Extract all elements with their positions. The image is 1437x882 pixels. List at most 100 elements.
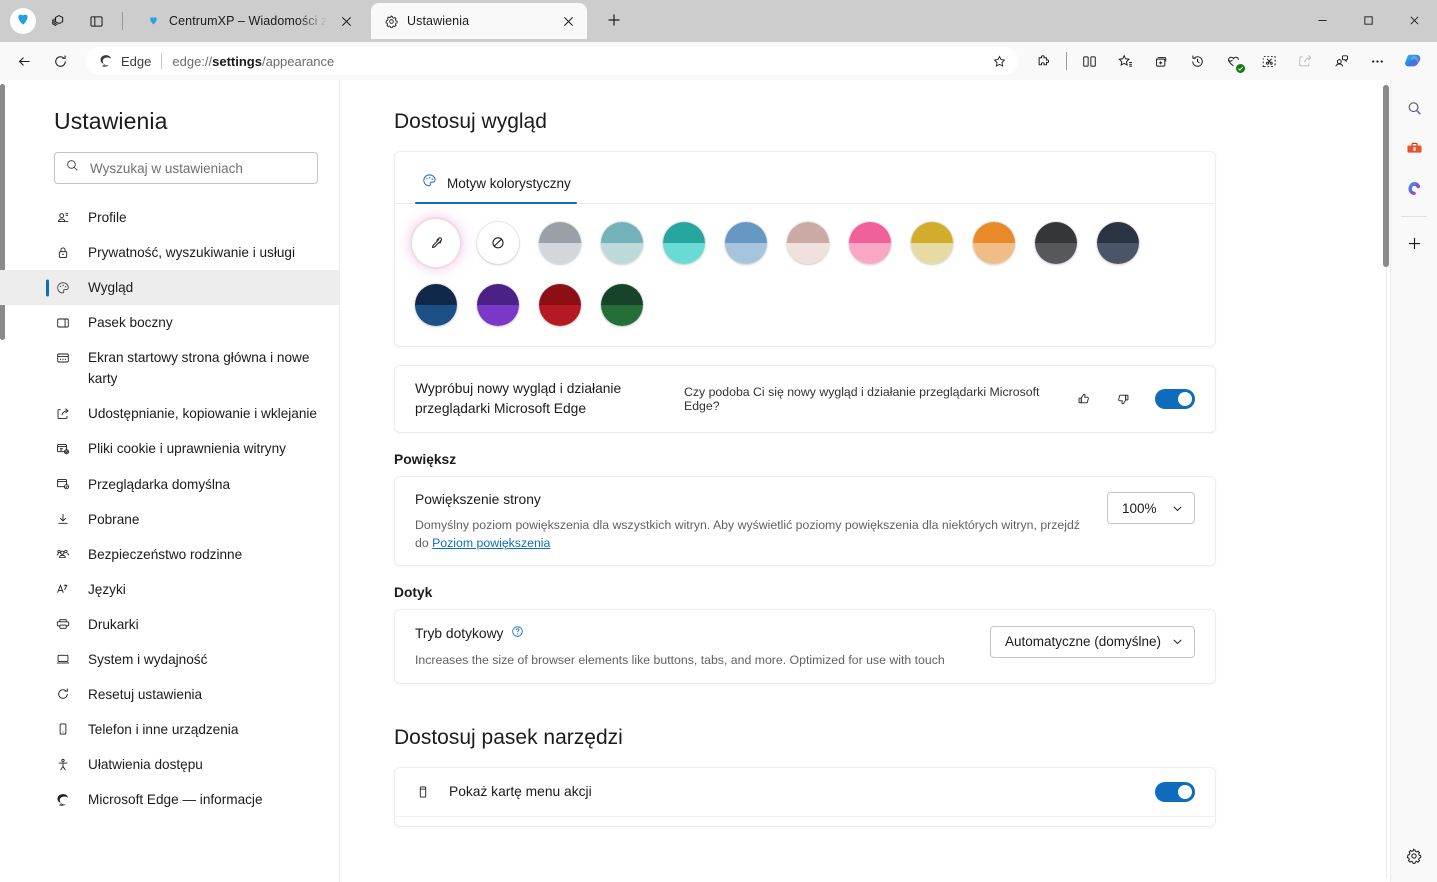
touch-mode-select[interactable]: Automatyczne (domyślne) (989, 625, 1195, 658)
swatch-custom-color-picker[interactable] (415, 222, 457, 264)
sidebar-settings-gear-icon[interactable] (1398, 840, 1430, 872)
swatch-teal[interactable] (663, 222, 705, 264)
new-look-toggle[interactable] (1155, 389, 1196, 409)
swatch-dark-gray[interactable] (1035, 222, 1077, 264)
swatch-purple[interactable] (477, 284, 519, 326)
swatch-red[interactable] (539, 284, 581, 326)
collections-icon[interactable] (1145, 45, 1177, 77)
sidebar-item-start-home-newtab[interactable]: Ekran startowy strona główna i nowe kart… (0, 340, 340, 396)
sidebar-item-languages[interactable]: Języki (0, 572, 340, 607)
profile-people-icon[interactable] (1325, 45, 1357, 77)
favorites-star-icon[interactable] (1109, 45, 1141, 77)
tab-strip: CentrumXP – Wiadomości ze świa Ustawieni… (0, 0, 1437, 42)
sidebar-item-accessibility[interactable]: Ułatwienia dostępu (0, 747, 340, 782)
sidebar-item-default-browser[interactable]: Przeglądarka domyślna (0, 467, 340, 502)
swatch-no-theme[interactable] (477, 222, 519, 264)
new-look-title: Wypróbuj nowy wygląd i działanie przeglą… (415, 381, 622, 416)
browser-tab-centrumxp[interactable]: CentrumXP – Wiadomości ze świa (133, 3, 365, 39)
swatch-rose[interactable] (787, 222, 829, 264)
zoom-level-select[interactable]: 100% (1107, 492, 1195, 524)
navigation-toolbar: Edge edge://settings/appearance (0, 42, 1437, 80)
sidebar-item-privacy[interactable]: Prywatność, wyszukiwanie i usługi (0, 235, 340, 270)
profile-avatar-icon[interactable] (10, 8, 36, 34)
refresh-icon[interactable] (44, 45, 76, 77)
sidebar-item-about-edge[interactable]: Microsoft Edge — informacje (0, 782, 340, 817)
swatch-orange[interactable] (973, 222, 1015, 264)
sidebar-item-reset-settings[interactable]: Resetuj ustawienia (0, 677, 340, 712)
no-color-icon (492, 237, 504, 249)
tab-title: CentrumXP – Wiadomości ze świa (169, 14, 327, 28)
system-performance-icon (54, 651, 71, 668)
microsoft-365-icon[interactable] (1398, 172, 1430, 204)
history-icon[interactable] (1181, 45, 1213, 77)
swatch-gray[interactable] (539, 222, 581, 264)
close-button[interactable] (1391, 0, 1437, 40)
search-input[interactable] (90, 160, 307, 176)
address-bar-url[interactable]: edge://settings/appearance (172, 54, 986, 69)
swatch-gold[interactable] (911, 222, 953, 264)
swatch-pale-teal[interactable] (601, 222, 643, 264)
action-menu-card-icon (415, 784, 433, 800)
sidebar-item-cookies[interactable]: Pliki cookie i uprawnienia witryny (0, 431, 340, 466)
new-tab-button[interactable] (599, 5, 629, 35)
swatch-green[interactable] (601, 284, 643, 326)
sidebar-item-appearance[interactable]: Wygląd (0, 270, 340, 306)
thumbs-down-icon[interactable] (1110, 385, 1137, 413)
action-menu-card-toggle[interactable] (1155, 782, 1195, 803)
sidebar-item-profile[interactable]: Profile (0, 200, 340, 235)
copilot-icon[interactable] (1399, 46, 1429, 76)
web-capture-scissors-icon[interactable] (1253, 45, 1285, 77)
tab-title: Ustawienia (407, 14, 470, 28)
tab-close-button[interactable] (335, 10, 357, 32)
swatch-slate[interactable] (1097, 222, 1139, 264)
settings-gear-favicon (383, 13, 399, 29)
share-copy-paste-icon (54, 405, 71, 422)
toolbar-card: Pokaż kartę menu akcji (394, 767, 1216, 828)
scrollbar-thumb[interactable] (1383, 85, 1389, 267)
thumbs-up-icon[interactable] (1070, 385, 1097, 413)
workspaces-icon[interactable] (42, 5, 74, 37)
split-screen-icon[interactable] (1073, 45, 1105, 77)
sidebar-item-share-copy-paste[interactable]: Udostępnianie, kopiowanie i wklejanie (0, 396, 340, 431)
sidebar-item-printers[interactable]: Drukarki (0, 607, 340, 642)
sidebar-item-label: Microsoft Edge — informacje (88, 792, 263, 808)
zoom-description: Domyślny poziom powiększenia dla wszystk… (415, 518, 1080, 550)
touch-card: Tryb dotykowy Increases the size of brow… (394, 608, 1216, 685)
star-outline-icon[interactable] (986, 48, 1012, 74)
palette-icon (54, 279, 71, 296)
sidebar-item-phone-devices[interactable]: Telefon i inne urządzenia (0, 712, 340, 747)
accessibility-icon (54, 756, 71, 773)
profile-icon (54, 209, 71, 226)
share-icon[interactable] (1289, 45, 1321, 77)
minimize-button[interactable] (1299, 0, 1345, 40)
theme-swatch-grid (395, 204, 1215, 346)
start-page-icon (54, 349, 71, 366)
sidebar-item-label: Resetuj ustawienia (88, 686, 203, 702)
maximize-button[interactable] (1345, 0, 1391, 40)
shopping-heart-check-icon[interactable] (1217, 45, 1249, 77)
swatch-blue[interactable] (725, 222, 767, 264)
swatch-pink[interactable] (849, 222, 891, 264)
tab-color-theme[interactable]: Motyw kolorystyczny (415, 164, 577, 204)
add-sidebar-app-icon[interactable] (1398, 227, 1430, 259)
sidebar-item-family-safety[interactable]: Bezpieczeństwo rodzinne (0, 537, 340, 572)
address-bar[interactable]: Edge edge://settings/appearance (86, 47, 1018, 75)
page-scrollbar[interactable] (1381, 83, 1390, 878)
search-box[interactable] (54, 152, 318, 184)
settings-and-more-ellipsis-icon[interactable] (1361, 45, 1393, 77)
sidebar-item-label: Pasek boczny (88, 315, 173, 331)
sidebar-item-sidebar[interactable]: Pasek boczny (0, 305, 340, 340)
help-circle-icon[interactable] (510, 624, 525, 645)
vertical-tabs-icon[interactable] (80, 5, 112, 37)
search-icon[interactable] (1398, 92, 1430, 124)
sidebar-icon (54, 314, 71, 331)
tab-close-button[interactable] (557, 10, 579, 32)
back-arrow-icon[interactable] (8, 45, 40, 77)
sidebar-item-system-performance[interactable]: System i wydajność (0, 642, 340, 677)
swatch-navy[interactable] (415, 284, 457, 326)
tools-toolbox-icon[interactable] (1398, 132, 1430, 164)
browser-tab-ustawienia[interactable]: Ustawienia (371, 3, 587, 39)
zoom-levels-link[interactable]: Poziom powiększenia (432, 536, 550, 550)
extensions-puzzle-icon[interactable] (1028, 45, 1060, 77)
sidebar-item-downloads[interactable]: Pobrane (0, 502, 340, 537)
